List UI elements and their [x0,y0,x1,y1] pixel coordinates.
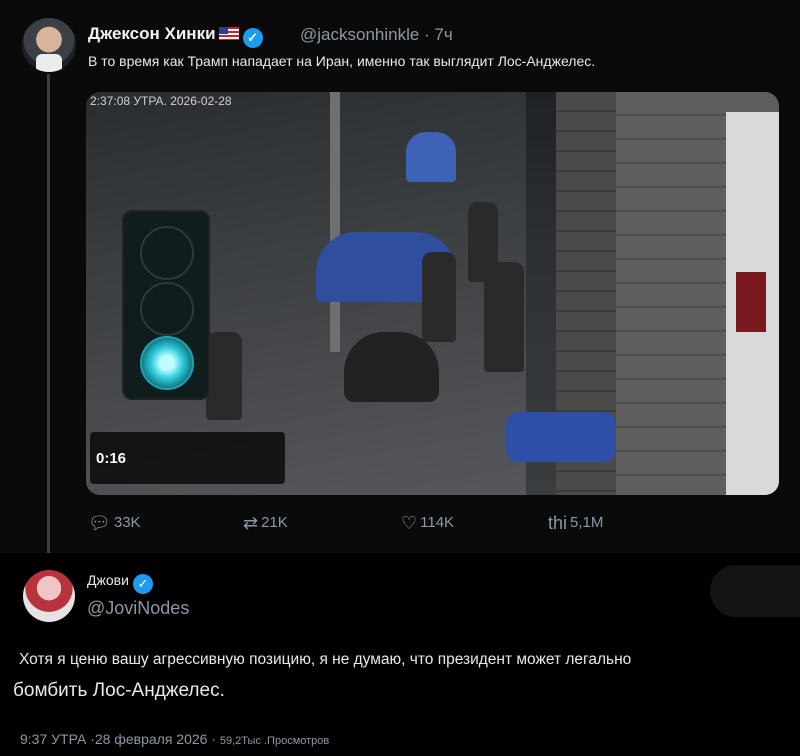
reply-views: 59,2Тыс .Просмотров [219,735,330,747]
person [468,202,498,282]
reply-count: 33K [113,514,141,531]
reply-author-name[interactable]: Джови [87,572,129,588]
reply-timestamp[interactable]: 9:37 УТРА ·28 февраля 2026 · [20,731,216,747]
reply-tweet: Джови ✓ @JoviNodes Хотя я ценю вашу агрес… [0,553,800,756]
tweet-text: В то время как Трамп нападает на Иран, и… [88,53,596,69]
reply-text-line1: Хотя я ценю вашу агрессивную позицию, я … [19,651,632,668]
traffic-light-lens [140,226,194,280]
tweet-video[interactable]: 2:37:08 УТРА. 2026-02-28 0:16 [86,92,779,495]
verified-icon: ✓ [242,28,263,48]
reply-button[interactable]: 💬︎ 33K [88,513,141,534]
traffic-light-lens [140,282,194,336]
street-pole [330,92,340,352]
video-time: 0:16 [96,450,127,467]
video-controls[interactable]: 0:16 [90,432,285,484]
tarp [506,412,616,462]
author-name-row[interactable]: Джексон Хинки ✓ [88,24,263,48]
retweet-icon: ⇄ [243,513,259,533]
traffic-light [122,210,210,400]
person [422,252,456,342]
reply-icon: 💬︎ [88,513,111,533]
follow-button[interactable] [710,565,800,617]
reply-text-line2: бомбить Лос-Анджелес. [13,680,225,701]
views-icon: thi [548,513,568,533]
tent [406,132,456,182]
person [206,332,242,420]
author-handle[interactable]: @jacksonhinkle · 7ч [300,25,453,45]
like-icon: ♡ [401,513,418,533]
views-button[interactable]: thi 5,1M [548,513,603,534]
retweet-count: 21K [261,514,288,531]
verified-icon: ✓ [132,574,153,594]
reply-author-handle[interactable]: @JoviNodes [87,598,189,619]
doorway [726,112,779,495]
tent [344,332,439,402]
thread-line [47,74,50,556]
video-timestamp: 2:37:08 УТРА. 2026-02-28 [90,94,232,108]
reply-author-name-row[interactable]: Джови ✓ [87,572,153,594]
reply-meta: 9:37 УТРА ·28 февраля 2026 · 59,2Тыс .Пр… [20,731,329,747]
like-count: 114K [420,514,455,531]
author-avatar[interactable] [22,18,76,72]
like-button[interactable]: ♡ 114K [401,513,454,534]
traffic-light-lens-lit [140,336,194,390]
us-flag-icon [218,27,239,40]
views-count: 5,1M [570,514,604,531]
reply-author-avatar[interactable] [23,570,75,622]
author-name[interactable]: Джексон Хинки [88,24,216,43]
retweet-button[interactable]: ⇄ 21K [243,513,288,534]
main-tweet: Джексон Хинки ✓ @jacksonhinkle · 7ч В то … [0,0,800,556]
